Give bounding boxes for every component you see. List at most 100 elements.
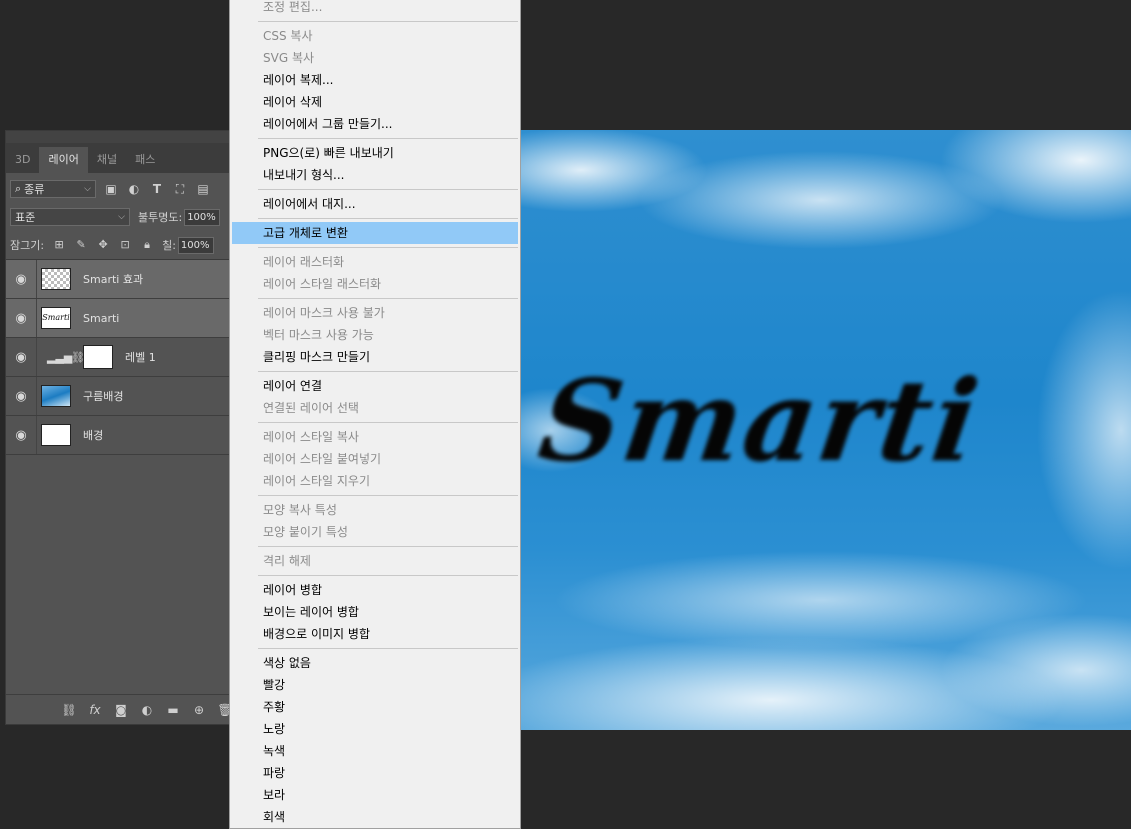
document-canvas[interactable]: Smarti	[521, 130, 1131, 730]
eye-icon[interactable]: ◉	[6, 416, 37, 454]
tab-layers[interactable]: 레이어	[39, 147, 88, 173]
layer-thumbnail	[41, 268, 71, 290]
menu-separator	[258, 218, 518, 219]
menu-item: 연결된 레이어 선택	[263, 401, 359, 415]
type-filter-icon[interactable]: T	[149, 181, 165, 197]
layer-name: 레벨 1	[125, 351, 156, 364]
fill-input[interactable]: 100%	[177, 236, 214, 254]
layer-name: Smarti	[83, 311, 120, 325]
menu-item: CSS 복사	[263, 29, 313, 43]
smart-object-filter-icon[interactable]: ▤	[195, 181, 211, 197]
menu-separator	[258, 298, 518, 299]
folder-icon[interactable]: ▬	[165, 703, 181, 717]
layers-panel: 3D 레이어 채널 패스 ⌕ 종류 ⌵ ▣ ◐ T ⛶ ▤ 표준 ⌵ 불투명도:…	[5, 130, 252, 725]
eye-icon[interactable]: ◉	[6, 260, 37, 298]
menu-separator	[258, 422, 518, 423]
menu-item[interactable]: 레이어 병합	[230, 579, 520, 601]
menu-item[interactable]: 노랑	[230, 718, 520, 740]
panel-title-bar[interactable]	[6, 131, 251, 143]
menu-item: SVG 복사	[263, 51, 315, 65]
layer-row[interactable]: ◉ ▂▃▅ ⛓ 레벨 1	[6, 338, 251, 377]
menu-item: 레이어 스타일 지우기	[263, 474, 370, 488]
menu-item: 벡터 마스크 사용 가능	[263, 328, 374, 342]
menu-item[interactable]: 녹색	[230, 740, 520, 762]
menu-item: 레이어 래스터화	[263, 255, 345, 269]
menu-item[interactable]: 회색	[230, 806, 520, 828]
add-mask-icon[interactable]: ◙	[113, 703, 129, 717]
menu-item[interactable]: 보라	[230, 784, 520, 806]
eye-icon[interactable]: ◉	[6, 377, 37, 415]
layer-thumbnail: Smarti	[41, 307, 71, 329]
layer-row[interactable]: ◉ 구름배경	[6, 377, 251, 416]
lock-artboard-icon[interactable]: ⊡	[118, 238, 132, 252]
menu-separator	[258, 138, 518, 139]
menu-separator	[258, 189, 518, 190]
image-filter-icon[interactable]: ▣	[103, 181, 119, 197]
fx-icon[interactable]: fx	[87, 703, 103, 717]
fill-label: 칠:	[162, 239, 176, 252]
chevron-down-icon: ⌵	[118, 212, 125, 222]
opacity-input[interactable]: 100%	[184, 208, 221, 226]
tab-3d[interactable]: 3D	[6, 147, 39, 173]
menu-item[interactable]: 내보내기 형식...	[230, 164, 520, 186]
menu-item[interactable]: 주황	[230, 696, 520, 718]
shape-filter-icon[interactable]: ⛶	[172, 181, 188, 197]
menu-separator	[258, 546, 518, 547]
layer-context-menu: 조정 편집... CSS 복사 SVG 복사 레이어 복제... 레이어 삭제 레이어에서…	[229, 0, 521, 829]
link-layers-icon[interactable]: ⛓	[61, 703, 77, 717]
menu-item[interactable]: 레이어 연결	[230, 375, 520, 397]
menu-item: 레이어 스타일 붙여넣기	[263, 452, 382, 466]
menu-separator	[258, 21, 518, 22]
menu-item[interactable]: PNG으(로) 빠른 내보내기	[230, 142, 520, 164]
menu-item[interactable]: 레이어 복제...	[230, 69, 520, 91]
lock-image-pixels-icon[interactable]: ✎	[74, 238, 88, 252]
eye-icon[interactable]: ◉	[6, 338, 37, 376]
menu-item: 레이어 마스크 사용 불가	[263, 306, 385, 320]
menu-item: 격리 해제	[263, 554, 311, 568]
adjustment-filter-icon[interactable]: ◐	[126, 181, 142, 197]
menu-item: 레이어 스타일 래스터화	[263, 277, 382, 291]
menu-item[interactable]: 클리핑 마스크 만들기	[230, 346, 520, 368]
layer-row[interactable]: ◉ Smarti Smarti	[6, 299, 251, 338]
layer-mask-thumbnail[interactable]	[83, 345, 113, 369]
menu-item[interactable]: 레이어 삭제	[230, 91, 520, 113]
menu-item[interactable]: 고급 개체로 변환	[232, 222, 518, 244]
eye-icon[interactable]: ◉	[6, 299, 37, 337]
adjustment-layer-icon[interactable]: ◐	[139, 703, 155, 717]
layer-row[interactable]: ◉ 배경 🔒︎	[6, 416, 251, 455]
menu-item[interactable]: 레이어에서 그룹 만들기...	[230, 113, 520, 135]
menu-item[interactable]: 색상 없음	[230, 652, 520, 674]
lock-transparent-pixels-icon[interactable]: ⊞	[52, 238, 66, 252]
lock-label: 잠그기:	[10, 239, 45, 252]
opacity-label: 불투명도:	[138, 211, 183, 224]
layer-thumbnail	[41, 385, 71, 407]
menu-separator	[258, 648, 518, 649]
lock-row: 잠그기: ⊞ ✎ ✥ ⊡ 🔒︎ 칠: 100%	[6, 231, 251, 259]
new-layer-icon[interactable]: ⊕	[191, 703, 207, 717]
blend-mode-label: 표준	[15, 211, 36, 224]
panel-tabs: 3D 레이어 채널 패스	[6, 143, 251, 173]
menu-item: 모양 붙이기 특성	[263, 525, 348, 539]
menu-item: 조정 편집...	[263, 0, 323, 14]
menu-item[interactable]: 보이는 레이어 병합	[230, 601, 520, 623]
lock-position-icon[interactable]: ✥	[96, 238, 110, 252]
menu-item[interactable]: 배경으로 이미지 병합	[230, 623, 520, 645]
search-icon: ⌕	[15, 182, 22, 195]
menu-item[interactable]: 빨강	[230, 674, 520, 696]
lock-all-icon[interactable]: 🔒︎	[140, 238, 154, 252]
tab-paths[interactable]: 패스	[126, 147, 164, 173]
layer-thumbnail	[41, 424, 71, 446]
link-icon[interactable]: ⛓	[71, 351, 85, 364]
menu-item[interactable]: 파랑	[230, 762, 520, 784]
menu-separator	[258, 247, 518, 248]
blend-mode-select[interactable]: 표준 ⌵	[10, 208, 130, 226]
blend-row: 표준 ⌵ 불투명도: 100%	[6, 203, 251, 231]
menu-separator	[258, 495, 518, 496]
filter-kind-select[interactable]: ⌕ 종류 ⌵	[10, 180, 96, 198]
layer-list: ◉ Smarti 효과 ◉ Smarti Smarti ◉ ▂▃▅ ⛓ 레벨 1…	[6, 259, 251, 455]
menu-item[interactable]: 레이어에서 대지...	[230, 193, 520, 215]
canvas-smarti-text: Smarti	[531, 356, 988, 487]
menu-item: 레이어 스타일 복사	[263, 430, 359, 444]
tab-channels[interactable]: 채널	[88, 147, 126, 173]
layer-row[interactable]: ◉ Smarti 효과	[6, 260, 251, 299]
